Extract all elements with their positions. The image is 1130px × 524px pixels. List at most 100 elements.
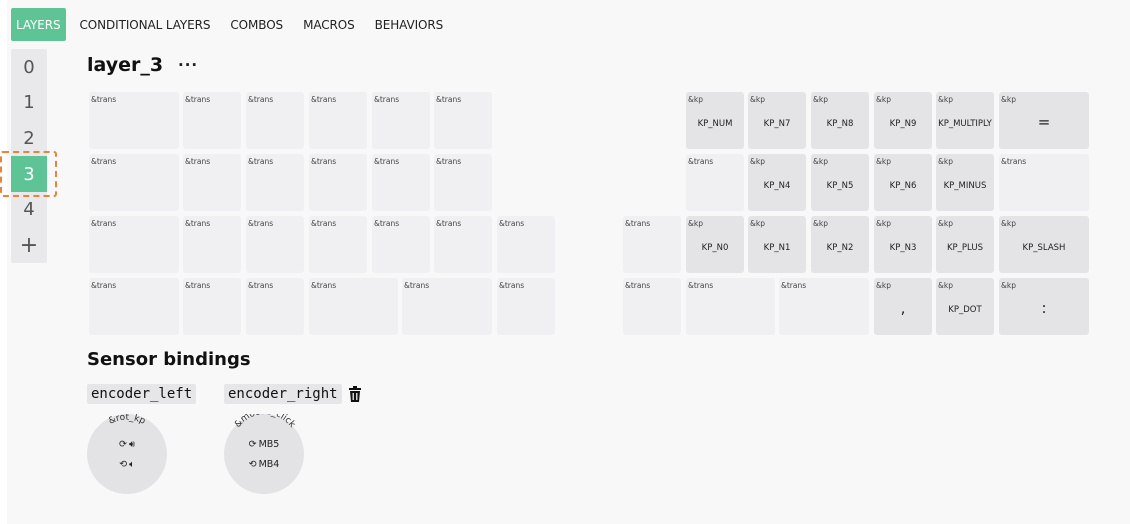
key-10[interactable]: &kp KP_MULTIPLY xyxy=(936,92,994,149)
key-21[interactable]: &kp KP_N6 xyxy=(874,154,932,211)
key-4[interactable]: &trans xyxy=(372,92,430,149)
key-34[interactable]: &kp KP_N2 xyxy=(811,216,869,273)
key-44[interactable]: &trans xyxy=(623,278,681,335)
key-22[interactable]: &kp KP_MINUS xyxy=(936,154,994,211)
key-param: KP_N8 xyxy=(826,119,854,129)
encoder-left-binding[interactable]: &rot_kp ⟳ 🔊︎ ⟲ 🔈︎ xyxy=(87,414,167,494)
layer-title: layer_3 xyxy=(87,54,164,76)
svg-text:&rot_kp: &rot_kp xyxy=(107,414,147,427)
key-16[interactable]: &trans xyxy=(372,154,430,211)
key-behavior: &kp xyxy=(938,95,953,104)
key-46[interactable]: &trans xyxy=(779,278,869,335)
key-behavior: &trans xyxy=(499,219,525,228)
key-12[interactable]: &trans xyxy=(89,154,179,211)
key-31[interactable]: &trans xyxy=(623,216,681,273)
key-26[interactable]: &trans xyxy=(246,216,304,273)
key-38[interactable]: &trans xyxy=(89,278,179,335)
key-13[interactable]: &trans xyxy=(183,154,241,211)
key-29[interactable]: &trans xyxy=(434,216,492,273)
key-24[interactable]: &trans xyxy=(89,216,179,273)
key-18[interactable]: &trans xyxy=(686,154,744,211)
encoder-right-cw: ⟳ MB5 xyxy=(224,439,304,450)
key-param: KP_N7 xyxy=(763,119,791,129)
rotate-cw-icon: ⟳ xyxy=(119,439,127,450)
key-0[interactable]: &trans xyxy=(89,92,179,149)
key-42[interactable]: &trans xyxy=(402,278,492,335)
key-behavior: &kp xyxy=(813,157,828,166)
volume-down-icon: 🔈︎ xyxy=(129,459,135,470)
key-6[interactable]: &kp KP_NUM xyxy=(686,92,744,149)
key-28[interactable]: &trans xyxy=(372,216,430,273)
add-layer-button[interactable]: + xyxy=(11,227,47,263)
key-param: KP_DOT xyxy=(948,305,982,315)
key-30[interactable]: &trans xyxy=(497,216,555,273)
key-35[interactable]: &kp KP_N3 xyxy=(874,216,932,273)
key-1[interactable]: &trans xyxy=(183,92,241,149)
key-behavior: &kp xyxy=(813,95,828,104)
layer-item-2[interactable]: 2 xyxy=(11,120,47,156)
layer-item-1[interactable]: 1 xyxy=(11,84,47,120)
encoder-right-binding[interactable]: &mouse_click ⟳ MB5 ⟲ MB4 xyxy=(224,414,304,494)
rotate-ccw-icon: ⟲ xyxy=(248,459,257,470)
key-7[interactable]: &kp KP_N7 xyxy=(748,92,806,149)
key-15[interactable]: &trans xyxy=(309,154,367,211)
layer-list: 0 1 2 3 4 + xyxy=(11,49,47,263)
key-43[interactable]: &trans xyxy=(497,278,555,335)
tab-behaviors[interactable]: BEHAVIORS xyxy=(365,8,454,41)
key-behavior: &trans xyxy=(311,219,337,228)
key-behavior: &trans xyxy=(1001,157,1027,166)
key-param: KP_MULTIPLY xyxy=(938,119,992,129)
key-23[interactable]: &trans xyxy=(999,154,1089,211)
key-behavior: &kp xyxy=(750,95,765,104)
encoder-left-cw: ⟳ 🔊︎ xyxy=(87,439,167,450)
key-behavior: &trans xyxy=(374,219,400,228)
key-behavior: &trans xyxy=(248,95,274,104)
key-17[interactable]: &trans xyxy=(434,154,492,211)
key-behavior: &trans xyxy=(311,157,337,166)
key-behavior: &trans xyxy=(436,157,462,166)
key-5[interactable]: &trans xyxy=(434,92,492,149)
layer-menu-button[interactable]: ··· xyxy=(178,56,198,74)
encoder-right-ccw-value: MB4 xyxy=(258,459,280,470)
key-behavior: &trans xyxy=(248,219,274,228)
key-41[interactable]: &trans xyxy=(309,278,398,335)
tab-combos[interactable]: COMBOS xyxy=(220,8,293,41)
key-36[interactable]: &kp KP_PLUS xyxy=(936,216,994,273)
key-11[interactable]: &kp = xyxy=(999,92,1089,149)
key-param: = xyxy=(1037,113,1051,131)
trash-icon[interactable] xyxy=(348,386,362,402)
layer-item-3[interactable]: 3 xyxy=(11,156,47,192)
key-8[interactable]: &kp KP_N8 xyxy=(811,92,869,149)
key-32[interactable]: &kp KP_N0 xyxy=(686,216,744,273)
tab-macros[interactable]: MACROS xyxy=(293,8,365,41)
key-47[interactable]: &kp, xyxy=(874,278,932,335)
key-2[interactable]: &trans xyxy=(246,92,304,149)
key-behavior: &kp xyxy=(876,281,891,290)
key-39[interactable]: &trans xyxy=(183,278,241,335)
layer-item-0[interactable]: 0 xyxy=(11,49,47,85)
key-27[interactable]: &trans xyxy=(309,216,367,273)
key-20[interactable]: &kp KP_N5 xyxy=(811,154,869,211)
tab-layers[interactable]: LAYERS xyxy=(11,8,66,41)
key-25[interactable]: &trans xyxy=(183,216,241,273)
key-9[interactable]: &kp KP_N9 xyxy=(874,92,932,149)
key-param: KP_SLASH xyxy=(1022,243,1066,253)
tab-conditional-layers[interactable]: CONDITIONAL LAYERS xyxy=(70,8,221,41)
key-behavior: &trans xyxy=(311,281,337,290)
layer-item-4[interactable]: 4 xyxy=(11,191,47,227)
key-behavior: &kp xyxy=(1001,281,1016,290)
key-49[interactable]: &kp: xyxy=(999,278,1089,335)
key-behavior: &trans xyxy=(91,281,117,290)
key-param: KP_NUM xyxy=(697,119,733,129)
encoder-right-cw-value: MB5 xyxy=(258,439,280,450)
key-40[interactable]: &trans xyxy=(246,278,304,335)
key-37[interactable]: &kp KP_SLASH xyxy=(999,216,1089,273)
key-33[interactable]: &kp KP_N1 xyxy=(748,216,806,273)
top-tab-bar: LAYERS CONDITIONAL LAYERS COMBOS MACROS … xyxy=(11,8,453,41)
rotate-cw-icon: ⟳ xyxy=(248,439,257,450)
key-19[interactable]: &kp KP_N4 xyxy=(748,154,806,211)
key-14[interactable]: &trans xyxy=(246,154,304,211)
key-3[interactable]: &trans xyxy=(309,92,367,149)
key-48[interactable]: &kp KP_DOT xyxy=(936,278,994,335)
key-45[interactable]: &trans xyxy=(686,278,775,335)
